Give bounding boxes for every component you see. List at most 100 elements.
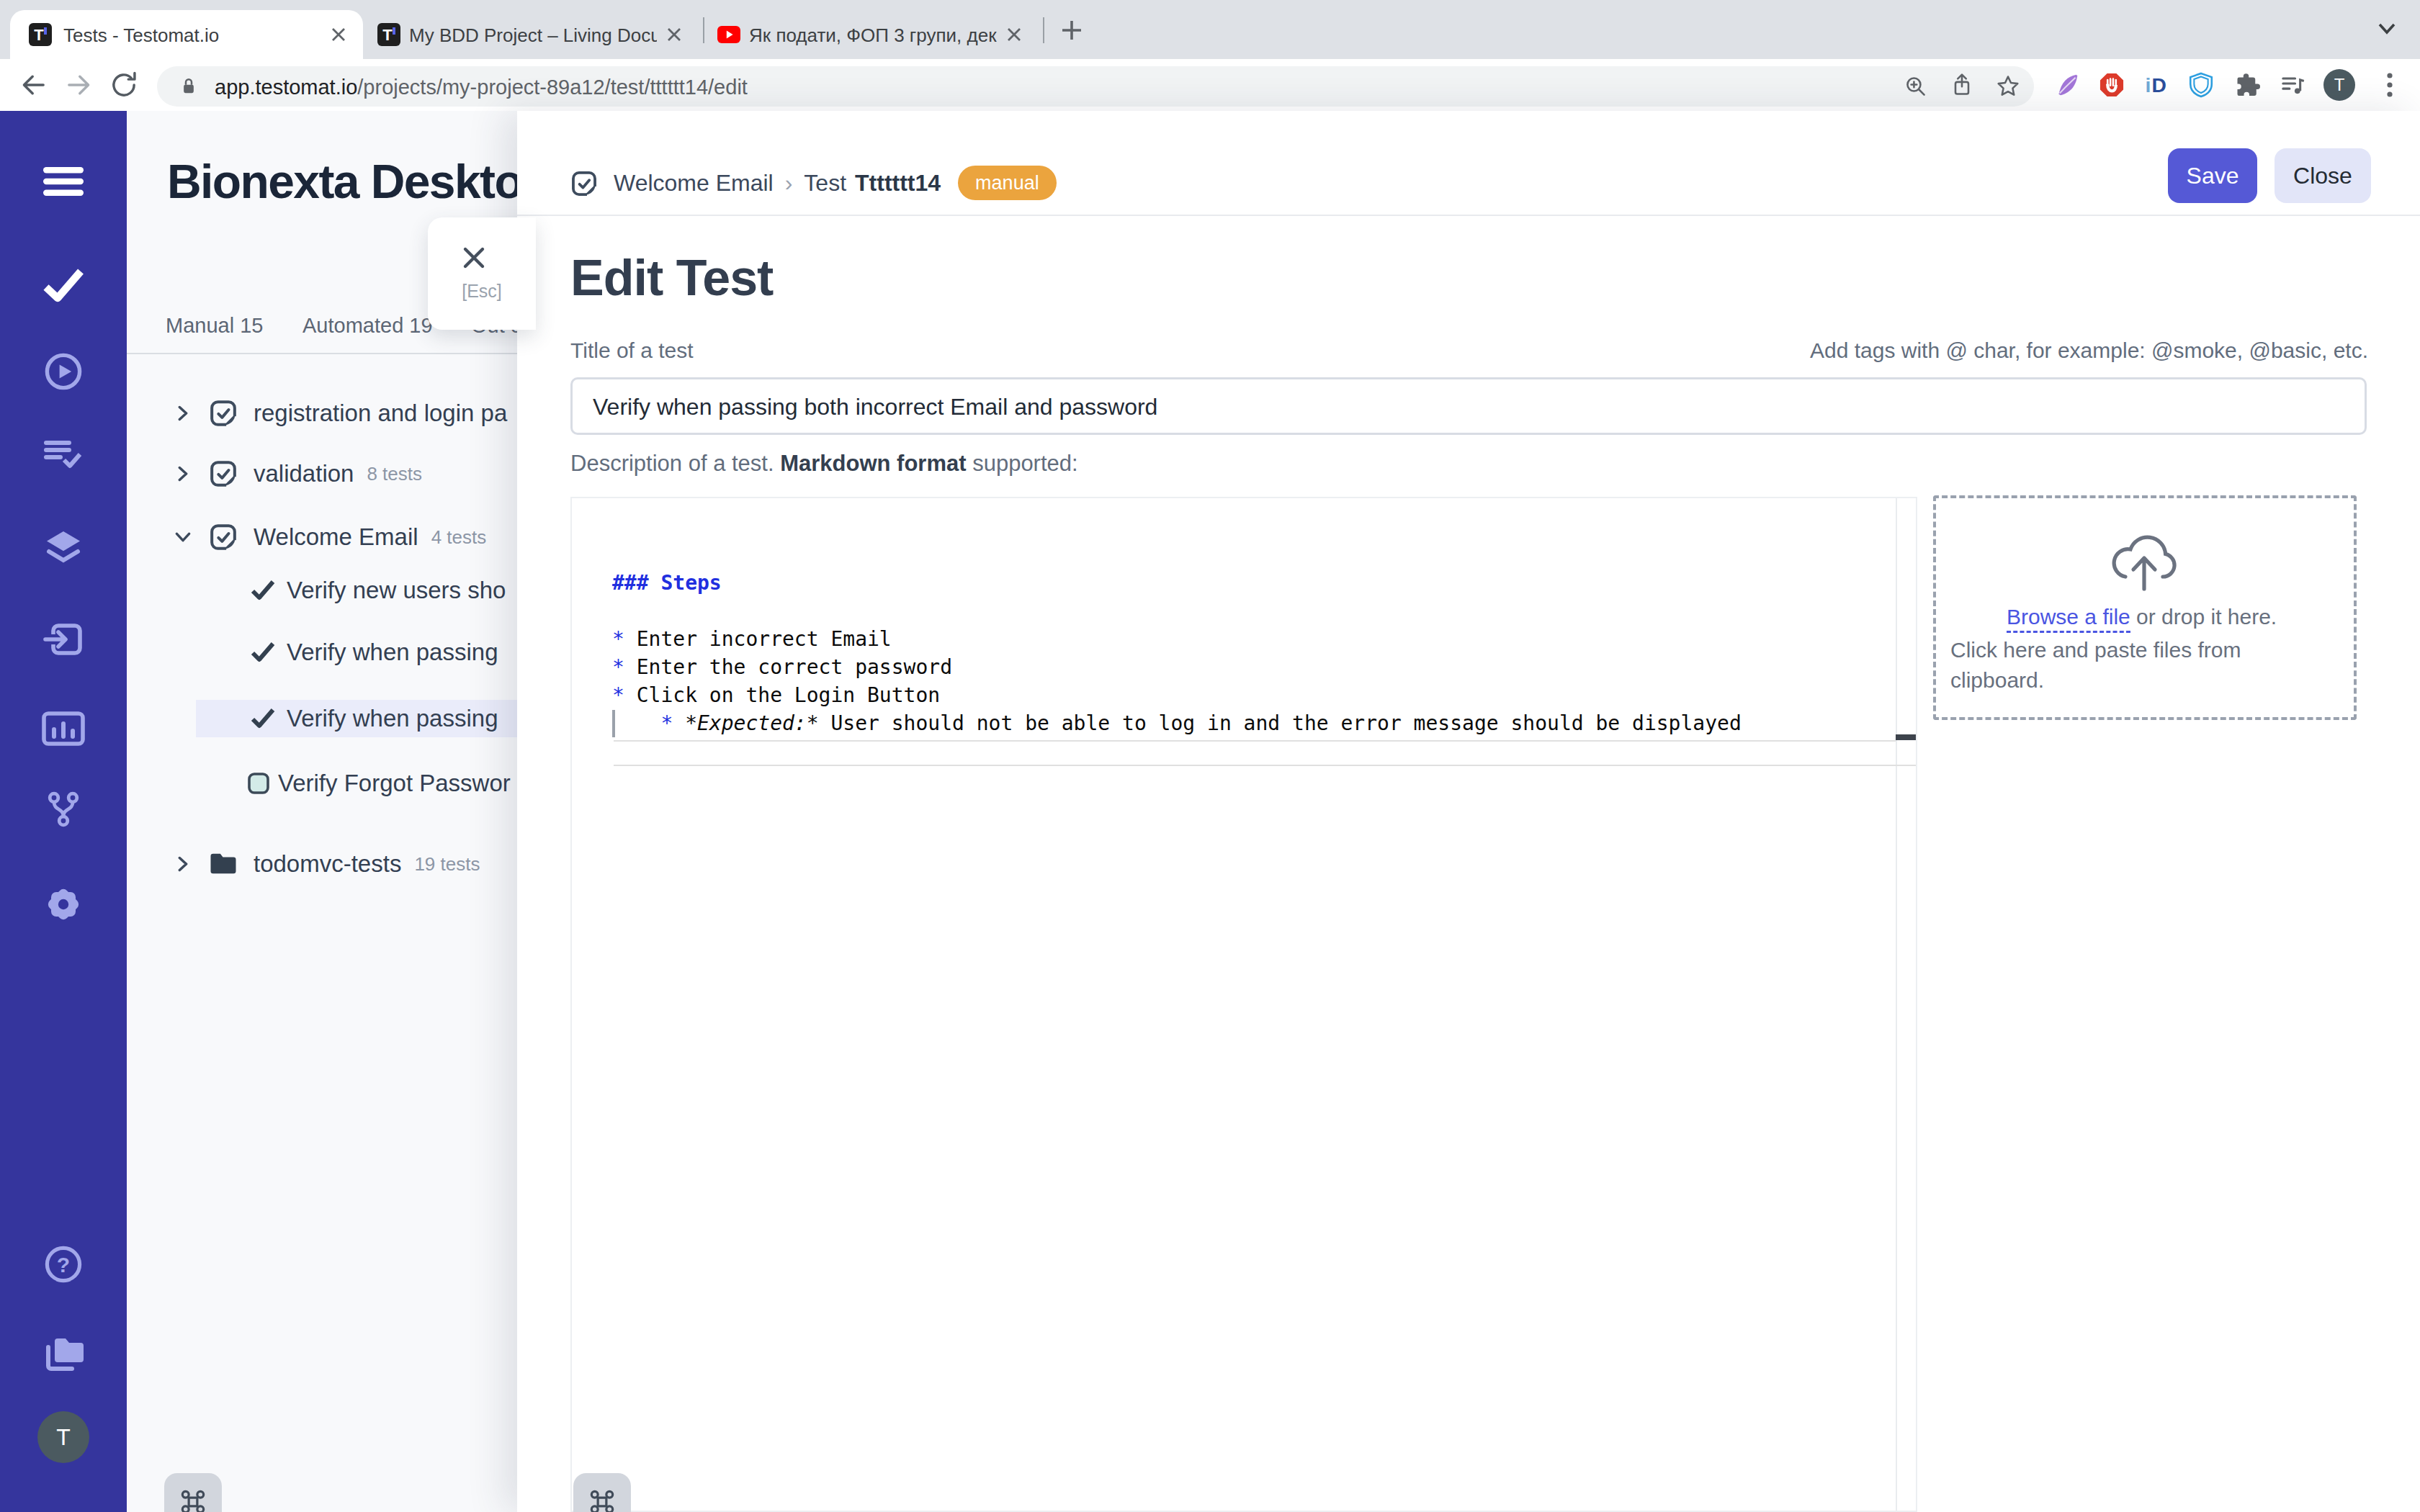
close-panel: [Esc] (428, 217, 536, 330)
bookmark-star-icon[interactable] (1995, 73, 2021, 99)
folder-label: todomvc-tests (254, 850, 401, 878)
extension-adblock-icon[interactable] (2099, 72, 2125, 98)
browse-file-link[interactable]: Browse a file (2007, 605, 2130, 633)
tab-automated[interactable]: Automated 19 (302, 314, 433, 338)
suite-doc-check-icon (209, 459, 238, 488)
breadcrumb-folder[interactable]: Welcome Email (614, 170, 774, 197)
folder-icon (209, 852, 238, 876)
test-pending-icon (248, 773, 269, 794)
hamburger-menu-icon[interactable] (42, 167, 85, 196)
test-label: Verify Forgot Passwor (278, 770, 511, 797)
tree-test-verify-passing-1[interactable]: Verify when passing (251, 634, 517, 671)
svg-text:i: i (2146, 73, 2151, 96)
tab-divider (703, 17, 704, 43)
test-title-input[interactable]: Verify when passing both incorrect Email… (570, 377, 2367, 435)
browser-tabstrip: T Tests - Testomat.io T My BDD Project –… (0, 0, 2420, 59)
tree-folder-welcome-email[interactable]: Welcome Email 4 tests (173, 518, 517, 556)
close-x-icon[interactable] (460, 243, 488, 272)
title-field-label: Title of a test (570, 338, 694, 363)
test-title-value: Verify when passing both incorrect Email… (593, 394, 1157, 420)
tree-test-verify-forgot[interactable]: Verify Forgot Passwor (248, 765, 517, 802)
tree-folder-todomvc[interactable]: todomvc-tests 19 tests (173, 845, 517, 883)
file-upload-dropzone[interactable]: Browse a file or drop it here. Click her… (1933, 495, 2357, 720)
extension-playlist-icon[interactable] (2280, 72, 2306, 98)
address-bar[interactable]: app.testomat.io/projects/my-project-89a1… (157, 66, 2034, 107)
settings-gear-icon[interactable] (43, 884, 84, 924)
suite-doc-check-icon (570, 170, 598, 197)
close-button[interactable]: Close (2275, 148, 2371, 203)
esc-hint: [Esc] (428, 281, 536, 302)
new-tab-icon[interactable] (1060, 19, 1083, 42)
tab-manual[interactable]: Manual 15 (166, 314, 263, 338)
tabstrip-chevron-down-icon[interactable] (2377, 22, 2397, 36)
back-icon[interactable] (17, 69, 49, 101)
projects-folder-icon[interactable] (42, 1333, 85, 1374)
svg-text:D: D (2152, 73, 2166, 96)
folder-count: 19 tests (414, 853, 480, 876)
chevron-right-icon[interactable] (173, 854, 193, 874)
browser-window: T Tests - Testomat.io T My BDD Project –… (0, 0, 2420, 1512)
extension-shield-icon[interactable] (2188, 72, 2214, 98)
app-sidebar: ? T (0, 111, 127, 1512)
extension-id-icon[interactable]: iD (2143, 72, 2169, 98)
extension-feather-icon[interactable] (2054, 72, 2080, 98)
save-button[interactable]: Save (2168, 148, 2257, 203)
browser-profile-avatar[interactable]: T (2323, 69, 2355, 101)
extensions-puzzle-icon[interactable] (2234, 72, 2260, 98)
chevron-down-icon[interactable] (173, 527, 193, 547)
suite-doc-check-icon (209, 399, 238, 428)
tab-bdd-project[interactable]: T My BDD Project – Living Docum (369, 10, 699, 59)
tests-check-icon[interactable] (42, 266, 85, 304)
forward-icon[interactable] (63, 69, 95, 101)
folder-label: Welcome Email (254, 523, 418, 551)
chevron-right-icon[interactable] (173, 403, 193, 423)
browser-menu-kebab-icon[interactable] (2378, 71, 2401, 99)
tab-tests[interactable]: T Tests - Testomat.io (10, 10, 363, 59)
user-avatar[interactable]: T (37, 1411, 89, 1463)
svg-text:?: ? (57, 1253, 70, 1277)
tree-test-verify-new-users[interactable]: Verify new users sho (251, 572, 517, 609)
upload-line2: Click here and paste files from (1950, 638, 2241, 662)
breadcrumb: Welcome Email › Test Ttttttt14 manual (614, 163, 1057, 203)
page-title: Edit Test (570, 249, 773, 307)
svg-text:T: T (382, 26, 393, 44)
cloud-upload-icon (2109, 530, 2181, 593)
tab-divider (1043, 17, 1044, 43)
editor-scrollbar-thumb[interactable] (1896, 734, 1916, 740)
zoom-icon[interactable] (1903, 73, 1929, 99)
tab-close-icon[interactable] (666, 26, 683, 43)
test-check-icon (251, 642, 275, 663)
editor-active-line-bottom (614, 765, 1916, 766)
editor-caret (612, 710, 615, 737)
analytics-chart-icon[interactable] (42, 711, 85, 746)
test-plan-list-check-icon[interactable] (43, 433, 84, 474)
edit-test-panel: Welcome Email › Test Ttttttt14 manual Sa… (517, 111, 2420, 1512)
tree-folder-registration[interactable]: registration and login pa (173, 395, 517, 432)
tab-title: Tests - Testomat.io (63, 24, 323, 47)
branch-icon[interactable] (43, 789, 84, 829)
suite-doc-check-icon (209, 523, 238, 552)
url-text: app.testomat.io/projects/my-project-89a1… (215, 73, 748, 100)
upload-line3: clipboard. (1950, 668, 2044, 693)
tree-folder-validation[interactable]: validation 8 tests (173, 455, 517, 492)
markdown-editor[interactable]: ### Steps * Enter incorrect Email * Ente… (570, 497, 1917, 1512)
tab-close-icon[interactable] (330, 26, 347, 43)
browser-toolbar: app.testomat.io/projects/my-project-89a1… (0, 59, 2420, 112)
test-label: Verify when passing (287, 639, 498, 666)
folder-count: 8 tests (367, 463, 422, 485)
share-icon[interactable] (1949, 72, 1975, 99)
tab-youtube[interactable]: Як подати, ФОП 3 групи, дек (709, 10, 1039, 59)
help-icon[interactable]: ? (43, 1244, 84, 1284)
test-check-icon (251, 580, 275, 601)
layers-icon[interactable] (43, 530, 84, 567)
command-shortcut-badge[interactable] (573, 1473, 631, 1512)
divider (127, 353, 517, 354)
command-shortcut-badge[interactable] (164, 1473, 222, 1512)
tab-close-icon[interactable] (1005, 26, 1023, 43)
editor-content: ### Steps * Enter incorrect Email * Ente… (612, 569, 1742, 737)
tree-test-verify-passing-2[interactable]: Verify when passing (251, 700, 517, 737)
import-signin-icon[interactable] (43, 619, 84, 660)
runs-play-icon[interactable] (43, 351, 84, 392)
chevron-right-icon[interactable] (173, 464, 193, 484)
reload-icon[interactable] (108, 69, 140, 101)
